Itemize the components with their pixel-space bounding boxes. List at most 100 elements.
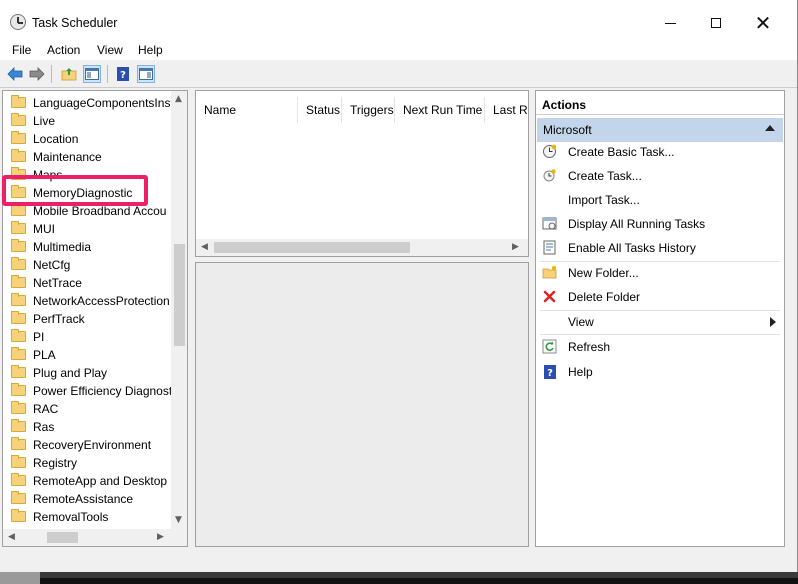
tree-item[interactable]: RemoteApp and Desktop C	[3, 472, 179, 490]
folder-icon	[11, 383, 26, 396]
tree-item[interactable]: Registry	[3, 454, 173, 472]
tree-item-label: MUI	[33, 222, 55, 236]
action-create-task[interactable]: Create Task...	[536, 165, 784, 187]
scroll-left-icon[interactable]: ◀	[8, 532, 15, 542]
scroll-right-icon[interactable]: ▶	[512, 242, 519, 252]
column-header-triggers[interactable]: Triggers	[342, 97, 395, 123]
tree-item[interactable]: RecoveryEnvironment	[3, 436, 173, 454]
tree-item[interactable]: RemovalTools	[3, 508, 173, 526]
action-label: New Folder...	[568, 266, 639, 280]
tree-item[interactable]: NetCfg	[3, 256, 173, 274]
tree-vertical-scrollbar[interactable]: ▲ ▼	[171, 91, 187, 529]
tree-item[interactable]: PI	[3, 328, 173, 346]
show-hide-console-tree-button[interactable]	[83, 65, 101, 83]
folder-icon	[11, 275, 26, 288]
forward-arrow-icon	[29, 67, 45, 81]
column-header-name[interactable]: Name	[196, 97, 298, 123]
tree-item[interactable]: Ras	[3, 418, 173, 436]
folder-icon	[11, 419, 26, 432]
history-icon	[542, 240, 557, 255]
task-list-pane: Name Status Triggers Next Run Time Last …	[195, 90, 529, 257]
menu-file[interactable]: File	[12, 43, 31, 57]
back-button[interactable]	[6, 65, 24, 83]
tree-item[interactable]: NetworkAccessProtection	[3, 292, 173, 310]
minimize-button[interactable]	[647, 8, 693, 38]
folder-icon	[11, 95, 26, 108]
close-button[interactable]: ✕	[740, 8, 786, 38]
tree-item[interactable]: Location	[3, 130, 173, 148]
menu-view[interactable]: View	[97, 43, 123, 57]
action-help[interactable]: ? Help	[536, 361, 784, 383]
action-new-folder[interactable]: New Folder...	[536, 262, 784, 284]
background-strip-light	[0, 572, 40, 584]
up-folder-button[interactable]	[60, 65, 78, 83]
action-label: Import Task...	[568, 193, 640, 207]
actions-group-microsoft[interactable]: Microsoft	[537, 118, 783, 142]
tree-item-label: PLA	[33, 348, 56, 362]
tree-item-label: NetCfg	[33, 258, 71, 272]
action-label: Create Basic Task...	[568, 145, 675, 159]
tree-item-label: RemoteApp and Desktop C	[33, 474, 180, 488]
tree-item[interactable]: PerfTrack	[3, 310, 173, 328]
tree-item[interactable]: PLA	[3, 346, 173, 364]
scroll-down-icon[interactable]: ▼	[175, 515, 182, 525]
scrollbar-thumb[interactable]	[214, 242, 410, 253]
action-label: View	[568, 315, 594, 329]
folder-icon	[11, 149, 26, 162]
maximize-button[interactable]	[693, 8, 739, 38]
tree-item-label: Ras	[33, 420, 55, 434]
toolbar-separator	[107, 65, 108, 83]
folder-icon	[11, 203, 26, 216]
tree-item-label: Registry	[33, 456, 78, 470]
action-refresh[interactable]: Refresh	[536, 336, 784, 358]
background-strip	[0, 572, 798, 584]
folder-icon	[11, 239, 26, 252]
actions-pane: Actions Microsoft Create Basic Task... C…	[535, 90, 785, 547]
tree-item[interactable]: Power Efficiency Diagnost	[3, 382, 173, 400]
tree-horizontal-scrollbar[interactable]: ◀ ▶	[3, 529, 187, 546]
menu-action[interactable]: Action	[47, 43, 80, 57]
toolbar: ?	[0, 60, 797, 88]
action-label: Help	[568, 365, 593, 379]
column-header-last-run[interactable]: Last R	[485, 97, 528, 123]
tree-item[interactable]: Plug and Play	[3, 364, 173, 382]
tree-item[interactable]: MUI	[3, 220, 173, 238]
scroll-left-icon[interactable]: ◀	[201, 242, 208, 252]
help-toolbar-button[interactable]: ?	[114, 65, 132, 83]
folder-icon	[11, 293, 26, 306]
column-header-status[interactable]: Status	[298, 97, 342, 123]
task-list-horizontal-scrollbar[interactable]: ◀ ▶	[196, 239, 528, 256]
new-folder-icon	[542, 265, 557, 280]
folder-icon	[11, 455, 26, 468]
scroll-up-icon[interactable]: ▲	[175, 94, 182, 104]
refresh-icon	[542, 339, 557, 354]
forward-button[interactable]	[28, 65, 46, 83]
tree-item[interactable]: Live	[3, 112, 173, 130]
show-hide-action-pane-button[interactable]	[137, 65, 155, 83]
memory-diagnostic-highlight	[2, 175, 148, 206]
folder-icon	[11, 509, 26, 522]
tree-item[interactable]: Multimedia	[3, 238, 173, 256]
tree-item[interactable]: LanguageComponentsInst	[3, 94, 174, 112]
action-pane-icon	[139, 68, 153, 80]
scrollbar-thumb[interactable]	[47, 532, 78, 543]
scroll-right-icon[interactable]: ▶	[157, 532, 164, 542]
group-title: Microsoft	[543, 123, 592, 137]
tree-item[interactable]: RAC	[3, 400, 173, 418]
tree-item[interactable]: Maintenance	[3, 148, 173, 166]
collapse-arrow-icon[interactable]	[765, 125, 775, 131]
action-create-basic-task[interactable]: Create Basic Task...	[536, 141, 784, 163]
toolbar-separator	[51, 65, 52, 83]
action-label: Create Task...	[568, 169, 642, 183]
action-delete-folder[interactable]: Delete Folder	[536, 286, 784, 308]
menu-help[interactable]: Help	[138, 43, 163, 57]
action-view-submenu[interactable]: View	[536, 311, 784, 333]
tree-item[interactable]: RemoteAssistance	[3, 490, 173, 508]
tree-item-label: Power Efficiency Diagnost	[33, 384, 173, 398]
action-enable-all-tasks-history[interactable]: Enable All Tasks History	[536, 237, 784, 259]
tree-item[interactable]: NetTrace	[3, 274, 173, 292]
scrollbar-thumb[interactable]	[174, 244, 185, 346]
column-header-next-run-time[interactable]: Next Run Time	[395, 97, 485, 123]
action-import-task[interactable]: Import Task...	[536, 189, 784, 211]
action-display-all-running-tasks[interactable]: Display All Running Tasks	[536, 213, 784, 235]
